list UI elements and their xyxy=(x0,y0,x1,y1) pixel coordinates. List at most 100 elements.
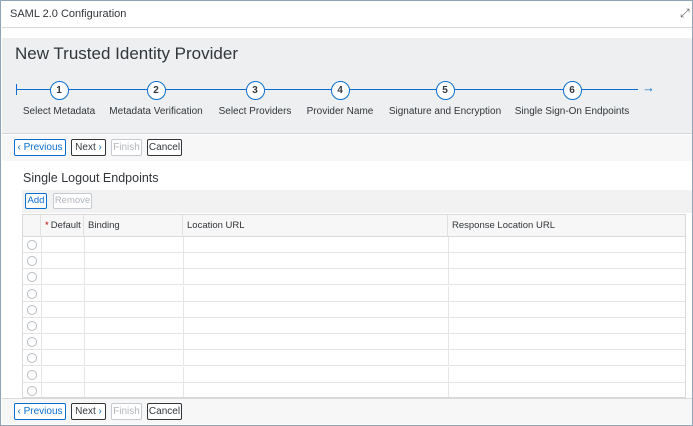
next-button-label: Next xyxy=(75,142,96,153)
cell-divider xyxy=(84,269,85,285)
cell-divider xyxy=(84,334,85,350)
cell-divider xyxy=(183,301,184,317)
cell-divider xyxy=(84,350,85,366)
cell-divider xyxy=(448,350,449,366)
title-bar: SAML 2.0 Configuration ⤢ xyxy=(2,2,692,28)
wizard-toolbar-top: ‹ Previous Next › Finish Cancel xyxy=(2,135,692,161)
table-row[interactable] xyxy=(23,301,685,318)
step-label: Signature and Encryption xyxy=(388,106,502,117)
required-marker: * xyxy=(45,220,49,231)
finish-button[interactable]: Finish xyxy=(111,139,142,156)
column-header-response-location-url[interactable]: Response Location URL xyxy=(448,215,685,237)
table-row[interactable] xyxy=(23,237,685,253)
previous-button-label: Previous xyxy=(23,142,63,153)
cell-divider xyxy=(183,382,184,397)
cell-divider xyxy=(448,269,449,285)
previous-button[interactable]: ‹ Previous xyxy=(14,139,66,156)
cell-divider xyxy=(448,366,449,382)
cell-divider xyxy=(448,318,449,333)
table-row[interactable] xyxy=(23,334,685,351)
row-select-radio[interactable] xyxy=(27,240,37,250)
wizard-toolbar-bottom: ‹ Previous Next › Finish Cancel xyxy=(2,398,692,424)
row-select-radio[interactable] xyxy=(27,385,37,396)
cell-divider xyxy=(41,382,42,397)
step-number: 4 xyxy=(330,81,350,100)
step-label: Single Sign-On Endpoints xyxy=(514,106,630,117)
cell-divider xyxy=(84,318,85,333)
table-row[interactable] xyxy=(23,269,685,286)
step-number: 5 xyxy=(435,81,455,100)
window-title: SAML 2.0 Configuration xyxy=(10,8,127,20)
chevron-right-icon: › xyxy=(98,406,102,417)
remove-button[interactable]: Remove xyxy=(53,193,92,209)
cell-divider xyxy=(41,318,42,333)
row-select-radio[interactable] xyxy=(27,353,37,364)
cell-divider xyxy=(41,366,42,382)
cell-divider xyxy=(41,253,42,269)
finish-button[interactable]: Finish xyxy=(111,403,142,420)
step-number: 2 xyxy=(146,81,166,100)
table-row[interactable] xyxy=(23,366,685,383)
cancel-button[interactable]: Cancel xyxy=(147,403,182,420)
row-select-radio[interactable] xyxy=(27,256,37,267)
cell-divider xyxy=(448,301,449,317)
cell-divider xyxy=(448,285,449,301)
cell-divider xyxy=(183,253,184,269)
table-row[interactable] xyxy=(23,318,685,334)
next-button[interactable]: Next › xyxy=(71,403,106,420)
table-row[interactable] xyxy=(23,253,685,270)
row-select-radio[interactable] xyxy=(27,337,37,348)
row-select-radio[interactable] xyxy=(27,288,37,299)
step-label: Provider Name xyxy=(306,106,374,117)
table-row[interactable] xyxy=(23,382,685,397)
cell-divider xyxy=(183,366,184,382)
cell-divider xyxy=(183,269,184,285)
table-row[interactable] xyxy=(23,285,685,302)
cell-divider xyxy=(41,237,42,252)
wizard-step-6[interactable]: 6 Single Sign-On Endpoints xyxy=(512,81,632,117)
cell-divider xyxy=(41,350,42,366)
wizard-header: New Trusted Identity Provider → 1 Select… xyxy=(2,38,692,134)
cell-divider xyxy=(41,285,42,301)
select-column-header xyxy=(23,215,41,237)
cell-divider xyxy=(183,318,184,333)
cell-divider xyxy=(84,253,85,269)
row-select-radio[interactable] xyxy=(27,304,37,315)
wizard-step-4[interactable]: 4 Provider Name xyxy=(280,81,400,117)
previous-button-label: Previous xyxy=(23,406,63,417)
column-header-location-url[interactable]: Location URL xyxy=(183,215,448,237)
step-number: 6 xyxy=(562,81,582,100)
cell-divider xyxy=(448,253,449,269)
column-header-binding[interactable]: Binding xyxy=(84,215,183,237)
chevron-left-icon: ‹ xyxy=(17,406,21,417)
row-select-radio[interactable] xyxy=(27,369,37,380)
arrow-right-icon[interactable]: → xyxy=(642,80,655,96)
row-select-radio[interactable] xyxy=(27,321,37,331)
chevron-left-icon: ‹ xyxy=(17,142,21,153)
cancel-button[interactable]: Cancel xyxy=(147,139,182,156)
cell-divider xyxy=(183,334,184,350)
next-button[interactable]: Next › xyxy=(71,139,106,156)
cell-divider xyxy=(448,382,449,397)
cell-divider xyxy=(448,237,449,252)
cell-divider xyxy=(41,334,42,350)
cell-divider xyxy=(183,237,184,252)
table-row[interactable] xyxy=(23,350,685,367)
chevron-right-icon: › xyxy=(98,142,102,153)
next-button-label: Next xyxy=(75,406,96,417)
endpoints-table: * Default Binding Location URL Response L… xyxy=(22,214,686,398)
cell-divider xyxy=(41,301,42,317)
cell-divider xyxy=(84,382,85,397)
cell-divider xyxy=(183,350,184,366)
row-select-radio[interactable] xyxy=(27,272,37,283)
table-toolbar: Add Remove xyxy=(22,190,692,213)
wizard-step-5[interactable]: 5 Signature and Encryption xyxy=(385,81,505,117)
dialog-window: SAML 2.0 Configuration ⤢ New Trusted Ide… xyxy=(0,0,693,426)
cell-divider xyxy=(84,366,85,382)
add-button[interactable]: Add xyxy=(25,193,47,209)
expand-icon[interactable]: ⤢ xyxy=(680,6,692,21)
section-title: Single Logout Endpoints xyxy=(23,171,159,185)
cell-divider xyxy=(41,269,42,285)
column-header-default[interactable]: * Default xyxy=(41,215,84,237)
previous-button[interactable]: ‹ Previous xyxy=(14,403,66,420)
